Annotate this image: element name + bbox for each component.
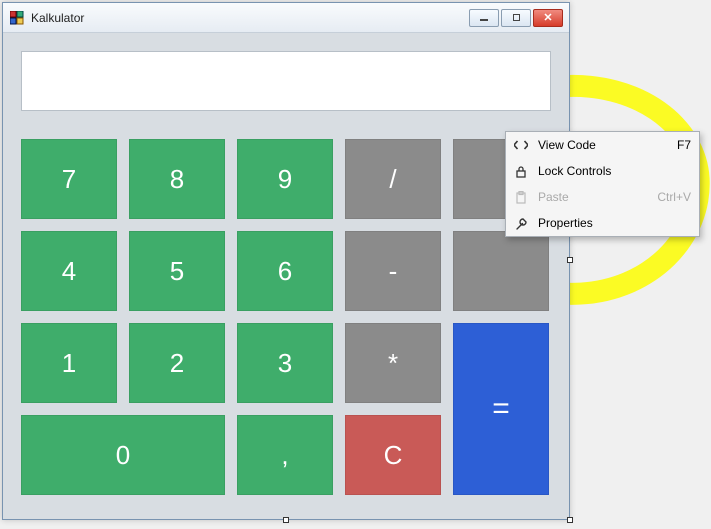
keypad: 7 8 9 / 4 5 6 - 1 2 3 * = 0 , C [21,139,551,495]
key-4[interactable]: 4 [21,231,117,311]
menu-label: View Code [538,138,669,152]
menu-shortcut: Ctrl+V [657,190,691,204]
titlebar[interactable]: Kalkulator ✕ [3,3,569,33]
maximize-icon [513,14,520,21]
key-equals[interactable]: = [453,323,549,495]
window-title: Kalkulator [31,11,469,25]
minimize-button[interactable] [469,9,499,27]
display-field[interactable] [21,51,551,111]
key-1[interactable]: 1 [21,323,117,403]
calculator-window: Kalkulator ✕ 7 8 9 / 4 5 6 - 1 2 3 * = [2,2,570,520]
key-6[interactable]: 6 [237,231,333,311]
key-subtract[interactable]: - [345,231,441,311]
close-icon: ✕ [543,11,552,24]
key-9[interactable]: 9 [237,139,333,219]
resize-handle-bottom[interactable] [283,517,289,523]
key-7[interactable]: 7 [21,139,117,219]
key-clear[interactable]: C [345,415,441,495]
menu-item-lock-controls[interactable]: Lock Controls [506,158,699,184]
menu-label: Properties [538,216,683,230]
menu-item-view-code[interactable]: View Code F7 [506,132,699,158]
code-icon [512,139,530,151]
menu-item-properties[interactable]: Properties [506,210,699,236]
resize-handle-right[interactable] [567,257,573,263]
resize-handle-corner[interactable] [567,517,573,523]
key-3[interactable]: 3 [237,323,333,403]
menu-label: Paste [538,190,649,204]
close-button[interactable]: ✕ [533,9,563,27]
key-multiply[interactable]: * [345,323,441,403]
lock-icon [512,165,530,178]
key-5[interactable]: 5 [129,231,225,311]
minimize-icon [480,19,488,21]
key-0[interactable]: 0 [21,415,225,495]
key-comma[interactable]: , [237,415,333,495]
paste-icon [512,191,530,204]
menu-shortcut: F7 [677,138,691,152]
key-8[interactable]: 8 [129,139,225,219]
context-menu: View Code F7 Lock Controls Paste Ctrl+V … [505,131,700,237]
menu-label: Lock Controls [538,164,683,178]
key-blank-mid[interactable] [453,231,549,311]
menu-item-paste: Paste Ctrl+V [506,184,699,210]
client-area: 7 8 9 / 4 5 6 - 1 2 3 * = 0 , C [3,33,569,513]
maximize-button[interactable] [501,9,531,27]
window-controls: ✕ [469,9,563,27]
key-2[interactable]: 2 [129,323,225,403]
wrench-icon [512,217,530,230]
app-icon [9,10,25,26]
key-divide[interactable]: / [345,139,441,219]
